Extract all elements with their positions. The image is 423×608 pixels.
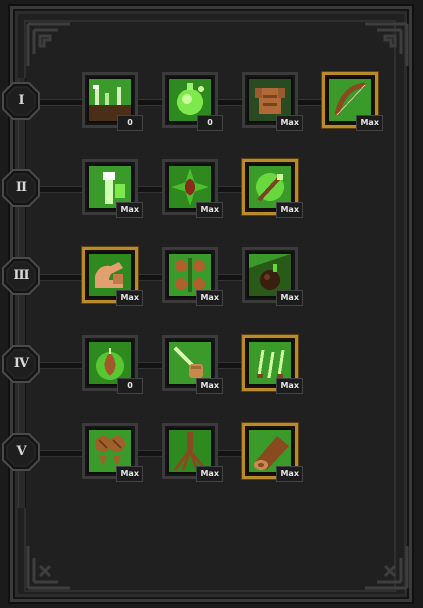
skill-slot-5-2[interactable]: Max	[162, 423, 223, 482]
tier-connector	[36, 450, 252, 457]
skill-level-badge: Max	[196, 202, 223, 218]
corner-ornament-top-left	[26, 22, 72, 68]
skill-level-badge: Max	[196, 290, 223, 306]
skill-slot-4-2[interactable]: Max	[162, 335, 223, 394]
corner-ornament-bottom-left	[26, 544, 72, 590]
skill-slot-3-1[interactable]: Max	[82, 247, 143, 306]
skill-level-badge: Max	[276, 290, 303, 306]
skill-slot-3-3[interactable]: Max	[242, 247, 303, 306]
tier-row-4: IV 0 Max Max	[0, 333, 423, 397]
skill-slot-4-1[interactable]: 0	[82, 335, 143, 394]
skill-slot-1-1[interactable]: 0	[82, 72, 143, 131]
skill-level-badge: Max	[276, 466, 303, 482]
skill-slot-2-3[interactable]: Max	[242, 159, 303, 218]
tier-numeral: III	[13, 268, 29, 283]
skill-level-badge: Max	[116, 466, 143, 482]
skill-level-badge: Max	[116, 290, 143, 306]
corner-ornament-top-right	[363, 22, 409, 68]
tier-numeral: IV	[13, 356, 29, 371]
skill-slot-3-2[interactable]: Max	[162, 247, 223, 306]
skill-level-badge: 0	[197, 115, 223, 131]
skill-slot-1-3[interactable]: Max	[242, 72, 303, 131]
skill-level-badge: Max	[196, 378, 223, 394]
skill-level-badge: 0	[117, 378, 143, 394]
skill-level-badge: Max	[276, 202, 303, 218]
tier-numeral: II	[15, 180, 27, 195]
skill-slot-1-4[interactable]: Max	[322, 72, 383, 131]
tier-connector	[36, 274, 252, 281]
skill-slot-2-1[interactable]: Max	[82, 159, 143, 218]
tier-row-2: II Max Max Max	[0, 157, 423, 221]
tier-connector	[36, 362, 252, 369]
skill-slot-4-3[interactable]: Max	[242, 335, 303, 394]
tier-numeral: I	[18, 93, 24, 108]
skill-level-badge: Max	[196, 466, 223, 482]
skill-slot-1-2[interactable]: 0	[162, 72, 223, 131]
skill-level-badge: Max	[276, 378, 303, 394]
skill-slot-5-3[interactable]: Max	[242, 423, 303, 482]
skill-slot-5-1[interactable]: Max	[82, 423, 143, 482]
tier-numeral: V	[16, 444, 26, 459]
skill-level-badge: Max	[356, 115, 383, 131]
skill-level-badge: 0	[117, 115, 143, 131]
tier-row-5: V Max Max Max	[0, 421, 423, 485]
corner-ornament-bottom-right	[363, 544, 409, 590]
skill-level-badge: Max	[116, 202, 143, 218]
tier-row-1: I 0 0 Max Max	[0, 70, 423, 134]
skill-level-badge: Max	[276, 115, 303, 131]
tier-connector	[36, 186, 252, 193]
skill-slot-2-2[interactable]: Max	[162, 159, 223, 218]
tier-row-3: III Max Max Max	[0, 245, 423, 309]
